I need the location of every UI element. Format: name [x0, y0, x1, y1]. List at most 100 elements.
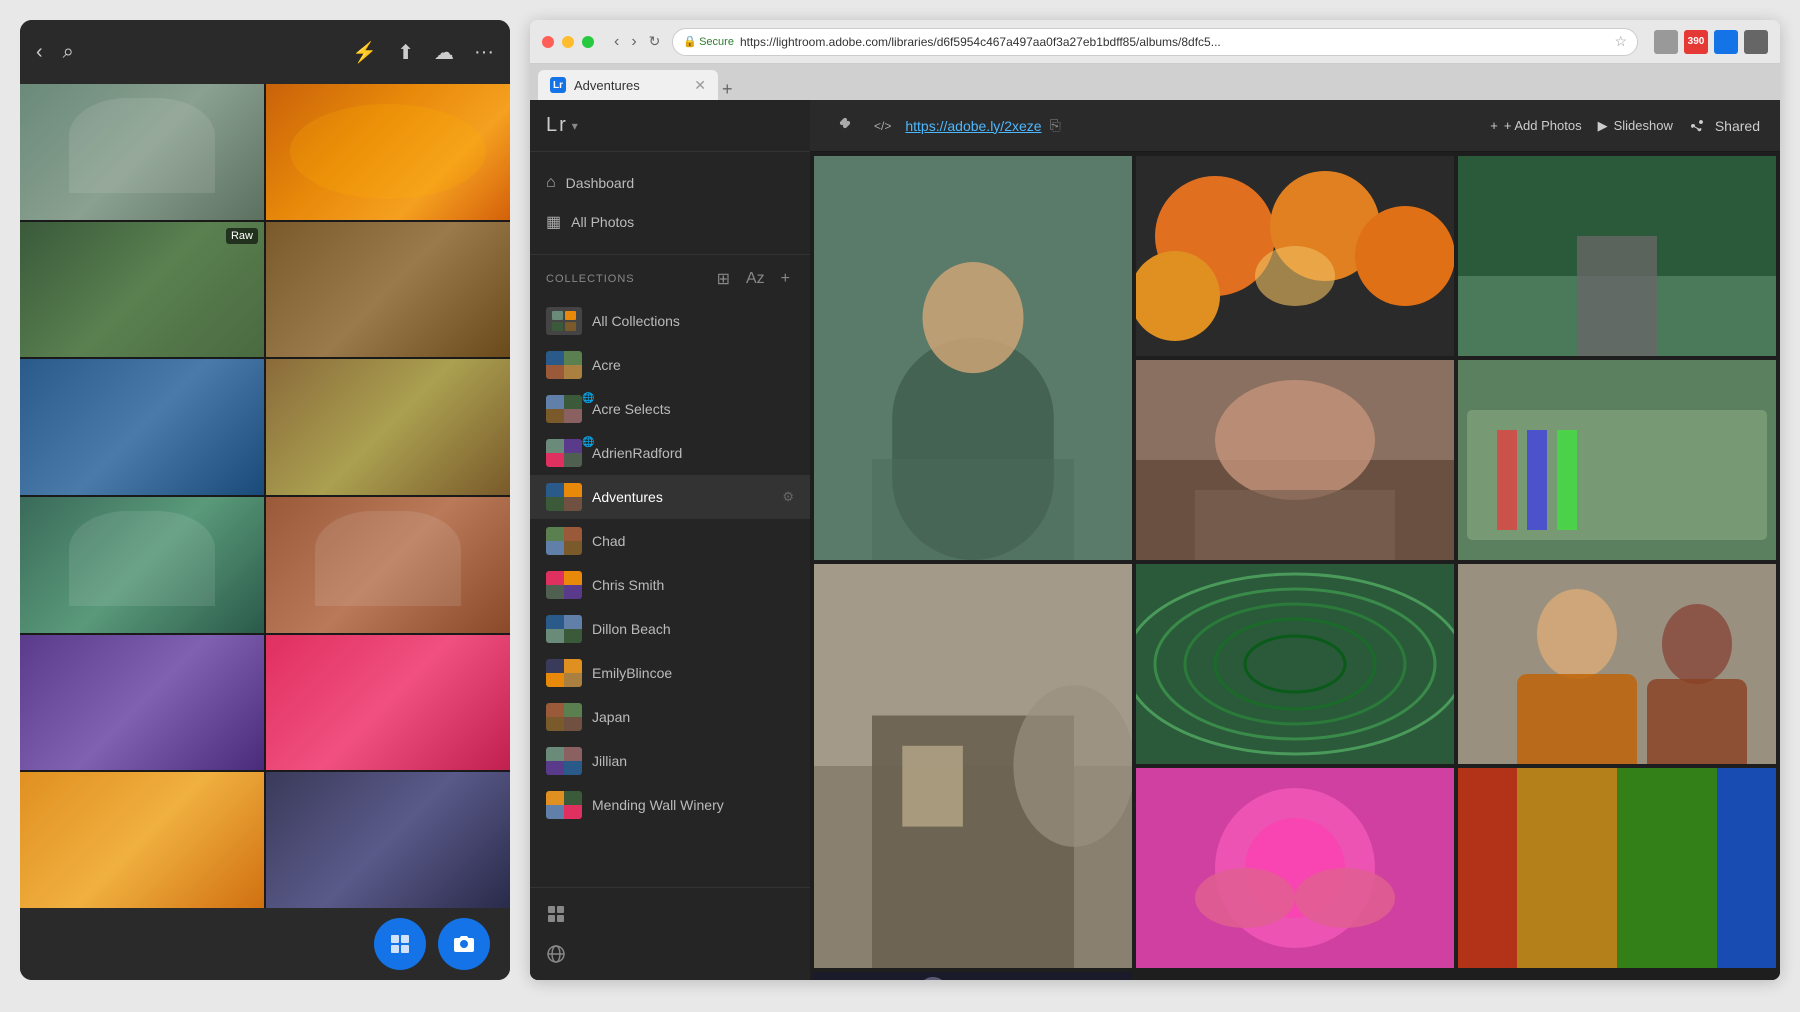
collection-thumbnail [546, 615, 582, 643]
collection-thumbnail [546, 351, 582, 379]
extension-icon-4[interactable] [1744, 30, 1768, 54]
collections-list: All Collections Acre 🌐 [530, 299, 810, 887]
maximize-window-button[interactable] [582, 36, 594, 48]
collection-item-mending-wall[interactable]: Mending Wall Winery [530, 783, 810, 827]
tab-favicon: Lr [550, 77, 566, 93]
mobile-photo-cell[interactable] [20, 772, 264, 908]
globe-icon: 🌐 [582, 393, 594, 404]
address-bar[interactable]: 🔒 Secure https://lightroom.adobe.com/lib… [672, 28, 1638, 56]
collection-item-dillon-beach[interactable]: Dillon Beach [530, 607, 810, 651]
tab-adventures[interactable]: Lr Adventures ✕ [538, 70, 718, 100]
lr-caret[interactable]: ▾ [572, 119, 578, 133]
photo-cell-9[interactable] [1136, 768, 1454, 968]
mobile-photo-cell[interactable] [266, 222, 510, 358]
app-content: Lr ▾ ⌂ Dashboard ▦ All Photos COLLECTION… [530, 100, 1780, 980]
collection-label: Chris Smith [592, 577, 664, 593]
mobile-photo-cell[interactable] [266, 497, 510, 633]
collection-label: Acre [592, 357, 621, 373]
more-icon[interactable]: ··· [474, 41, 494, 64]
photo-cell-4[interactable] [1136, 360, 1454, 560]
mobile-photo-cell[interactable] [266, 772, 510, 908]
sidebar-nav: ⌂ Dashboard ▦ All Photos [530, 152, 810, 255]
mobile-photo-cell[interactable]: Raw [20, 222, 264, 358]
collection-item-chad[interactable]: Chad [530, 519, 810, 563]
code-icon-button[interactable]: </> [868, 115, 897, 137]
add-photos-button[interactable]: + + Add Photos [1490, 118, 1581, 133]
photo-cell-5[interactable] [1458, 360, 1776, 560]
mobile-photo-cell[interactable] [266, 84, 510, 220]
extension-icon-2[interactable]: 390 [1684, 30, 1708, 54]
mobile-photo-cell[interactable] [266, 635, 510, 771]
mobile-photo-cell[interactable] [20, 635, 264, 771]
share-icon[interactable]: ⬆ [397, 40, 414, 65]
collection-label: AdrienRadford [592, 445, 682, 461]
photo-cell-2[interactable] [1136, 156, 1454, 356]
collection-item-chris-smith[interactable]: Chris Smith [530, 563, 810, 607]
minimize-window-button[interactable] [562, 36, 574, 48]
photo-cell-7[interactable] [1136, 564, 1454, 764]
sidebar-world-icon[interactable] [538, 936, 802, 972]
back-button[interactable]: ‹ [610, 33, 623, 51]
new-tab-button[interactable]: + [722, 79, 733, 100]
slideshow-button[interactable]: ▶ Slideshow [1598, 118, 1673, 134]
sidebar-item-all-photos[interactable]: ▦ All Photos [530, 202, 810, 242]
photo-cell-1[interactable] [814, 156, 1132, 560]
sidebar-library-icon[interactable] [538, 896, 802, 932]
photo-cell-3[interactable] [1458, 156, 1776, 356]
sidebar-bottom [530, 887, 810, 980]
collection-item-acre[interactable]: Acre [530, 343, 810, 387]
browser-panel: ‹ › ↻ 🔒 Secure https://lightroom.adobe.c… [530, 20, 1780, 980]
tab-title: Adventures [574, 78, 640, 93]
share-url-box: </> https://adobe.ly/2xeze ⎘ [830, 110, 1478, 141]
collection-label: Jillian [592, 753, 627, 769]
back-icon[interactable]: ‹ [36, 41, 43, 64]
forward-button[interactable]: › [627, 33, 640, 51]
close-window-button[interactable] [542, 36, 554, 48]
share-url-text[interactable]: https://adobe.ly/2xeze [905, 118, 1041, 134]
shared-button[interactable]: Shared [1689, 118, 1760, 134]
collection-item-all[interactable]: All Collections [530, 299, 810, 343]
collection-thumbnail [546, 395, 582, 423]
tab-bar: Lr Adventures ✕ + [530, 64, 1780, 100]
collection-thumbnail [546, 659, 582, 687]
extension-icon-3[interactable] [1714, 30, 1738, 54]
raw-badge: Raw [226, 228, 258, 244]
mobile-photo-cell[interactable] [20, 359, 264, 495]
bookmark-button[interactable]: ☆ [1614, 33, 1627, 50]
link-icon-button[interactable] [830, 110, 860, 141]
copy-url-button[interactable]: ⎘ [1050, 117, 1061, 134]
collection-item-jillian[interactable]: Jillian [530, 739, 810, 783]
refresh-button[interactable]: ↻ [645, 33, 665, 51]
mobile-photo-cell[interactable] [20, 84, 264, 220]
cloud-icon[interactable]: ☁ [434, 40, 454, 65]
photo-cell-6[interactable] [814, 564, 1132, 968]
sort-button[interactable]: Az [742, 268, 769, 290]
search-icon[interactable]: ⌕ [63, 41, 74, 64]
collection-item-adventures[interactable]: Adventures ⚙ [530, 475, 810, 519]
collection-item-japan[interactable]: Japan [530, 695, 810, 739]
collection-label: Acre Selects [592, 401, 671, 417]
tab-close-button[interactable]: ✕ [694, 77, 706, 94]
filter-icon[interactable]: ⚡ [352, 40, 377, 65]
mobile-photo-cell[interactable] [20, 497, 264, 633]
photos-icon: ▦ [546, 212, 561, 232]
collection-label: Chad [592, 533, 625, 549]
mobile-photo-grid: Raw [20, 84, 510, 908]
extension-icon-1[interactable] [1654, 30, 1678, 54]
photo-cell-10[interactable] [1458, 768, 1776, 968]
sidebar-item-dashboard[interactable]: ⌂ Dashboard [530, 164, 810, 202]
collection-item-emilyblincoe[interactable]: EmilyBlincoe [530, 651, 810, 695]
add-icon: + [1490, 118, 1498, 133]
add-photo-button[interactable] [374, 918, 426, 970]
collection-item-acre-selects[interactable]: 🌐 Acre Selects [530, 387, 810, 431]
add-collection-button[interactable]: + [777, 268, 794, 290]
all-photos-label: All Photos [571, 214, 634, 230]
camera-button[interactable] [438, 918, 490, 970]
mobile-photo-cell[interactable] [266, 359, 510, 495]
photo-cell-11[interactable] [814, 972, 1132, 980]
grid-view-button[interactable]: ⊞ [713, 267, 734, 291]
photo-cell-8[interactable] [1458, 564, 1776, 764]
settings-icon[interactable]: ⚙ [782, 489, 794, 505]
collection-item-adrienradford[interactable]: 🌐 AdrienRadford [530, 431, 810, 475]
collection-label: Mending Wall Winery [592, 797, 724, 813]
